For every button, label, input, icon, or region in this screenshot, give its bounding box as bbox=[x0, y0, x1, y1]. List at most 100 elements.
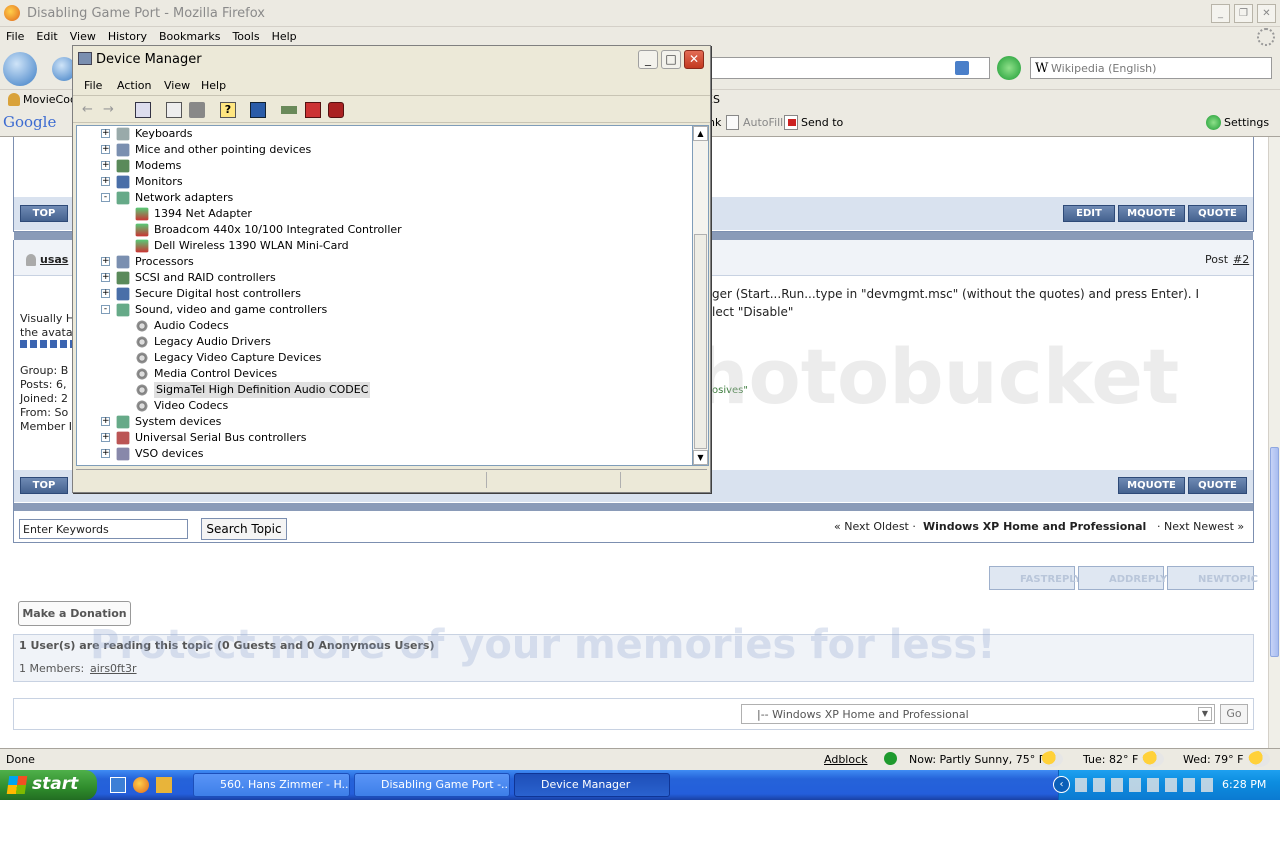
tree-category[interactable]: + Keyboards bbox=[77, 126, 677, 142]
menu-edit[interactable]: Edit bbox=[30, 27, 63, 43]
dm-menu-file[interactable]: File bbox=[84, 79, 102, 92]
tray-icons[interactable] bbox=[1075, 778, 1215, 792]
expand-icon[interactable]: + bbox=[101, 433, 110, 442]
page-scrollbar[interactable] bbox=[1268, 137, 1280, 748]
tree-category[interactable]: + VSO devices bbox=[77, 446, 677, 462]
collapse-icon[interactable]: - bbox=[101, 305, 110, 314]
tree-category[interactable]: + System devices bbox=[77, 414, 677, 430]
next-newest-link[interactable]: · Next Newest » bbox=[1157, 520, 1244, 533]
back-arrow-icon[interactable]: ← bbox=[82, 102, 98, 118]
tree-device[interactable]: Legacy Video Capture Devices bbox=[77, 350, 677, 366]
settings-button[interactable]: Settings bbox=[1224, 116, 1269, 129]
device-tree-scrollbar[interactable]: ▲ ▼ bbox=[693, 125, 709, 466]
search-topic-button[interactable]: Search Topic bbox=[201, 518, 287, 540]
tree-category[interactable]: + Processors bbox=[77, 254, 677, 270]
expand-icon[interactable]: + bbox=[101, 449, 110, 458]
menu-history[interactable]: History bbox=[102, 27, 153, 43]
tree-category[interactable]: + SCSI and RAID controllers bbox=[77, 270, 677, 286]
scroll-up-arrow[interactable]: ▲ bbox=[693, 126, 708, 141]
minimize-button[interactable]: _ bbox=[1211, 4, 1230, 23]
quicklaunch-firefox-icon[interactable] bbox=[133, 777, 149, 793]
tree-device[interactable]: 1394 Net Adapter bbox=[77, 206, 677, 222]
scroll-thumb-dm[interactable] bbox=[694, 234, 707, 449]
go-button-forum[interactable]: Go bbox=[1220, 704, 1248, 724]
scan-hardware-icon[interactable] bbox=[250, 102, 266, 118]
weather-now[interactable]: Now: Partly Sunny, 75° F bbox=[909, 753, 1045, 766]
maximize-button[interactable]: ❐ bbox=[1234, 4, 1253, 23]
sendto-button[interactable]: Send to bbox=[801, 116, 843, 129]
weather-tue[interactable]: Tue: 82° F bbox=[1083, 753, 1138, 766]
tree-category[interactable]: + Secure Digital host controllers bbox=[77, 286, 677, 302]
expand-icon[interactable]: + bbox=[101, 145, 110, 154]
collapse-icon[interactable]: - bbox=[101, 193, 110, 202]
tree-category[interactable]: + Modems bbox=[77, 158, 677, 174]
menu-file[interactable]: File bbox=[0, 27, 30, 43]
task-device-manager[interactable]: Device Manager bbox=[514, 773, 670, 797]
close-button[interactable]: ✕ bbox=[1257, 4, 1276, 23]
dm-menu-help[interactable]: Help bbox=[201, 79, 226, 92]
device-tree[interactable]: + Keyboards + Mice and other pointing devic… bbox=[76, 125, 693, 466]
tree-device[interactable]: Broadcom 440x 10/100 Integrated Controll… bbox=[77, 222, 677, 238]
expand-icon[interactable]: + bbox=[101, 417, 110, 426]
menu-tools[interactable]: Tools bbox=[226, 27, 265, 43]
dm-close-button[interactable]: ✕ bbox=[684, 50, 704, 69]
fastreply-button[interactable]: FASTREPLY bbox=[989, 566, 1081, 590]
bookmark-moviecod[interactable]: MovieCod bbox=[23, 93, 77, 106]
tree-device[interactable]: SigmaTel High Definition Audio CODEC bbox=[77, 382, 677, 398]
tree-category[interactable]: + Monitors bbox=[77, 174, 677, 190]
start-button[interactable]: start bbox=[0, 770, 97, 800]
tree-device[interactable]: Video Codecs bbox=[77, 398, 677, 414]
autofill-button[interactable]: AutoFill bbox=[743, 116, 783, 129]
tree-device[interactable]: Audio Codecs bbox=[77, 318, 677, 334]
weather-wed[interactable]: Wed: 79° F bbox=[1183, 753, 1244, 766]
task-winamp[interactable]: 560. Hans Zimmer - H... bbox=[193, 773, 350, 797]
newtopic-button[interactable]: NEWTOPIC bbox=[1167, 566, 1258, 590]
dm-minimize-button[interactable]: _ bbox=[638, 50, 658, 69]
quicklaunch-ie-icon[interactable] bbox=[110, 777, 126, 793]
expand-icon[interactable]: + bbox=[101, 289, 110, 298]
expand-icon[interactable]: + bbox=[101, 161, 110, 170]
top-button[interactable]: TOP bbox=[20, 205, 68, 222]
tree-device[interactable]: Legacy Audio Drivers bbox=[77, 334, 677, 350]
edit-button[interactable]: EDIT bbox=[1063, 205, 1115, 222]
disable-icon[interactable] bbox=[328, 102, 344, 118]
quicklaunch-app-icon[interactable] bbox=[156, 777, 172, 793]
menu-help[interactable]: Help bbox=[266, 27, 303, 43]
menu-bookmarks[interactable]: Bookmarks bbox=[153, 27, 226, 43]
tree-device[interactable]: Media Control Devices bbox=[77, 366, 677, 382]
expand-icon[interactable]: + bbox=[101, 273, 110, 282]
help-icon[interactable]: ? bbox=[220, 102, 236, 118]
tree-category[interactable]: + Mice and other pointing devices bbox=[77, 142, 677, 158]
forward-arrow-icon[interactable]: → bbox=[103, 102, 119, 118]
properties-icon[interactable] bbox=[166, 102, 182, 118]
quote-button[interactable]: QUOTE bbox=[1188, 205, 1247, 222]
print-icon[interactable] bbox=[189, 102, 205, 118]
back-button[interactable] bbox=[3, 52, 37, 86]
keywords-input[interactable]: Enter Keywords bbox=[19, 519, 188, 539]
go-button[interactable] bbox=[997, 56, 1021, 80]
quote-button-2[interactable]: QUOTE bbox=[1188, 477, 1247, 494]
show-hide-tree-icon[interactable] bbox=[135, 102, 151, 118]
scroll-down-arrow[interactable]: ▼ bbox=[693, 450, 708, 465]
adblock-button[interactable]: Adblock bbox=[824, 753, 868, 766]
task-firefox[interactable]: Disabling Game Port -... bbox=[354, 773, 510, 797]
clock[interactable]: 6:28 PM bbox=[1222, 778, 1266, 791]
top-button-2[interactable]: TOP bbox=[20, 477, 68, 494]
scroll-thumb[interactable] bbox=[1270, 447, 1279, 657]
tree-category[interactable]: - Network adapters bbox=[77, 190, 677, 206]
menu-view[interactable]: View bbox=[64, 27, 102, 43]
next-oldest-link[interactable]: « Next Oldest · bbox=[834, 520, 916, 533]
addreply-button[interactable]: ADDREPLY bbox=[1078, 566, 1167, 590]
expand-icon[interactable]: + bbox=[101, 177, 110, 186]
search-box[interactable]: W Wikipedia (English) bbox=[1030, 57, 1272, 79]
dm-maximize-button[interactable]: □ bbox=[661, 50, 681, 69]
mquote-button[interactable]: MQUOTE bbox=[1118, 205, 1185, 222]
tree-category[interactable]: - Sound, video and game controllers bbox=[77, 302, 677, 318]
post-number[interactable]: #2 bbox=[1233, 253, 1249, 266]
tree-device[interactable]: Dell Wireless 1390 WLAN Mini-Card bbox=[77, 238, 677, 254]
dm-menu-action[interactable]: Action bbox=[117, 79, 151, 92]
dm-menu-view[interactable]: View bbox=[164, 79, 190, 92]
update-driver-icon[interactable] bbox=[281, 106, 297, 114]
forum-jump-select[interactable]: |-- Windows XP Home and Professional ▼ bbox=[741, 704, 1215, 724]
expand-icon[interactable]: + bbox=[101, 129, 110, 138]
